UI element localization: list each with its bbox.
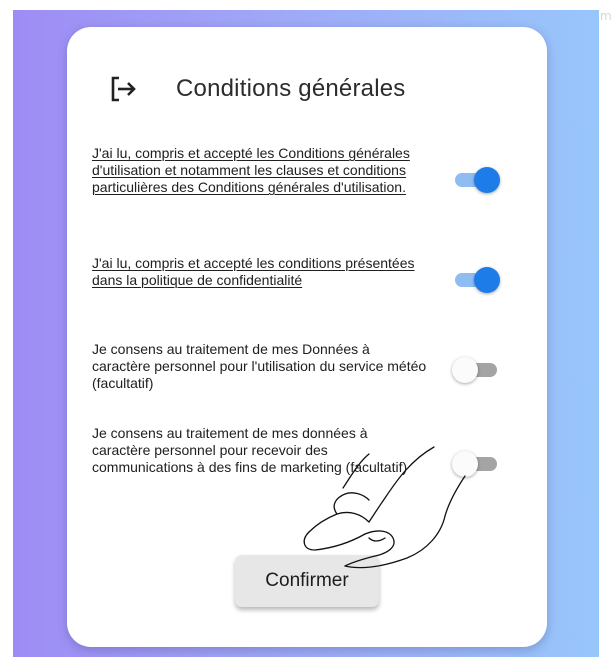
dialog-header: Conditions générales xyxy=(108,71,405,107)
app-background: Conditions générales J'ai lu, compris et… xyxy=(13,10,599,657)
terms-link[interactable]: J'ai lu, compris et accepté les Conditio… xyxy=(92,145,427,196)
consent-row-weather: Je consens au traitement de mes Données … xyxy=(92,341,512,392)
toggle-thumb xyxy=(452,357,478,383)
weather-toggle[interactable] xyxy=(452,355,502,385)
privacy-policy-link[interactable]: J'ai lu, compris et accepté les conditio… xyxy=(92,255,427,289)
terms-dialog: Conditions générales J'ai lu, compris et… xyxy=(67,27,547,647)
consent-row-marketing: Je consens au traitement de mes données … xyxy=(92,425,512,479)
toggle-thumb xyxy=(474,167,500,193)
marketing-toggle[interactable] xyxy=(452,449,502,479)
consent-row-terms: J'ai lu, compris et accepté les Conditio… xyxy=(92,145,512,196)
toggle-thumb xyxy=(452,451,478,477)
confirm-button[interactable]: Confirmer xyxy=(235,555,379,607)
marketing-consent-text: Je consens au traitement de mes données … xyxy=(92,425,408,475)
privacy-toggle[interactable] xyxy=(452,265,502,295)
edge-fragment: m xyxy=(600,9,611,23)
consent-row-privacy: J'ai lu, compris et accepté les conditio… xyxy=(92,255,512,293)
toggle-thumb xyxy=(474,267,500,293)
page-title: Conditions générales xyxy=(176,75,406,102)
weather-consent-text: Je consens au traitement de mes Données … xyxy=(92,341,427,391)
terms-toggle[interactable] xyxy=(452,165,502,195)
logout-arrow-icon xyxy=(108,74,138,104)
